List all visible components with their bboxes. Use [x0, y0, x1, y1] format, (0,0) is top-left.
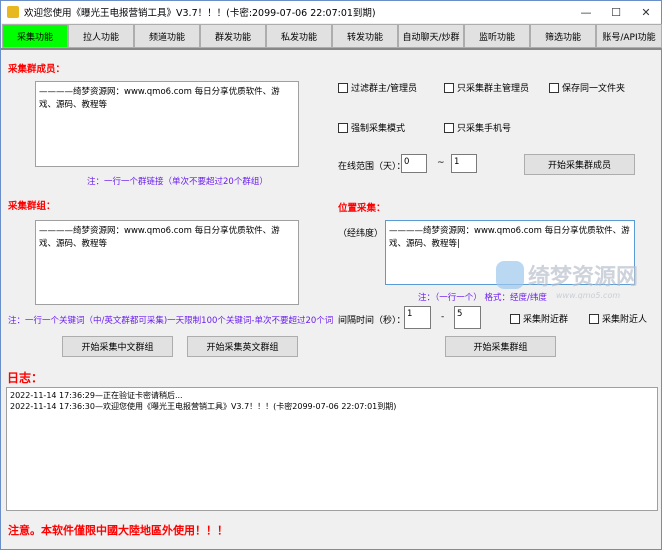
- checkbox-icon: [338, 82, 348, 93]
- filter-admin-checkbox[interactable]: 过滤群主/管理员: [338, 81, 417, 94]
- app-icon: [7, 6, 19, 18]
- range-from-input[interactable]: 0: [401, 154, 427, 173]
- groups-heading: 采集群组：: [8, 201, 56, 212]
- tab-group-send[interactable]: 群发功能: [200, 24, 266, 48]
- only-admin-checkbox[interactable]: 只采集群主管理员: [444, 81, 529, 94]
- log-area[interactable]: 2022-11-14 17:36:29—正在验证卡密请稍后... 2022-11…: [6, 387, 658, 511]
- groups-note: 注：一行一个关键词（中/英文群都可采集)一天限制100个关键词-单次不要超过20…: [8, 316, 334, 326]
- location-heading: 位置采集：: [338, 203, 386, 214]
- tab-forward[interactable]: 转发功能: [332, 24, 398, 48]
- watermark-logo: 绮梦资源网 www.qmo5.com: [496, 259, 638, 300]
- title-bar: 欢迎您使用《曝光王电报营销工具》V3.7！！！(卡密:2099-07-06 22…: [1, 1, 661, 23]
- nearby-groups-checkbox[interactable]: 采集附近群: [510, 312, 568, 325]
- log-heading: 日志：: [7, 371, 44, 385]
- force-mode-checkbox[interactable]: 强制采集模式: [338, 121, 405, 134]
- log-line: 2022-11-14 17:36:29—正在验证卡密请稍后...: [10, 391, 183, 400]
- close-button[interactable]: ✕: [631, 6, 661, 19]
- interval-label: 间隔时间（秒）：: [338, 316, 406, 326]
- same-folder-checkbox[interactable]: 保存同一文件夹: [549, 81, 625, 94]
- only-phone-checkbox[interactable]: 只采集手机号: [444, 121, 511, 134]
- coord-label: （经纬度）: [338, 229, 384, 239]
- interval-separator: -: [441, 312, 445, 322]
- maximize-button[interactable]: ☐: [601, 6, 631, 19]
- checkbox-icon: [549, 82, 559, 93]
- divider: [1, 48, 661, 50]
- members-note: 注：一行一个群链接（单次不要超过20个群组）: [87, 177, 268, 187]
- log-line: 2022-11-14 17:36:30—欢迎您使用《曝光王电报营销工具》V3.7…: [10, 402, 397, 411]
- footer-notice: 注意。本软件僅限中國大陸地區外使用！！！: [8, 524, 228, 537]
- range-separator: ~: [437, 158, 445, 168]
- checkbox-icon: [444, 82, 454, 93]
- tab-filter[interactable]: 筛选功能: [530, 24, 596, 48]
- start-collect-english-groups-button[interactable]: 开始采集英文群组: [187, 336, 298, 357]
- tab-invite[interactable]: 拉人功能: [68, 24, 134, 48]
- start-collect-location-groups-button[interactable]: 开始采集群组: [445, 336, 556, 357]
- interval-from-input[interactable]: 1: [404, 306, 431, 329]
- nearby-people-checkbox[interactable]: 采集附近人: [589, 312, 647, 325]
- members-heading: 采集群成员：: [8, 64, 66, 75]
- tab-account-api[interactable]: 账号/API功能: [596, 24, 662, 48]
- checkbox-icon: [444, 122, 454, 133]
- keywords-textarea[interactable]: ————绮梦资源网：www.qmo6.com 每日分享优质软件、游戏、源码、教程…: [35, 220, 299, 305]
- checkbox-icon: [589, 313, 599, 324]
- start-collect-chinese-groups-button[interactable]: 开始采集中文群组: [62, 336, 173, 357]
- tab-bar: 采集功能 拉人功能 频道功能 群发功能 私发功能 转发功能 自动聊天/炒群 监听…: [2, 24, 662, 48]
- checkbox-icon: [338, 122, 348, 133]
- minimize-button[interactable]: —: [571, 6, 601, 19]
- checkbox-icon: [510, 313, 520, 324]
- interval-to-input[interactable]: 5: [454, 306, 481, 329]
- tab-auto-chat[interactable]: 自动聊天/炒群: [398, 24, 464, 48]
- start-collect-members-button[interactable]: 开始采集群成员: [524, 154, 635, 175]
- tab-private-send[interactable]: 私发功能: [266, 24, 332, 48]
- window-title: 欢迎您使用《曝光王电报营销工具》V3.7！！！(卡密:2099-07-06 22…: [24, 8, 376, 19]
- tab-collect[interactable]: 采集功能: [2, 24, 68, 48]
- tab-monitor[interactable]: 监听功能: [464, 24, 530, 48]
- member-links-textarea[interactable]: ————绮梦资源网：www.qmo6.com 每日分享优质软件、游戏、源码、教程…: [35, 81, 299, 167]
- tab-channel[interactable]: 频道功能: [134, 24, 200, 48]
- range-to-input[interactable]: 1: [451, 154, 477, 173]
- online-range-label: 在线范围（天）：: [338, 162, 406, 172]
